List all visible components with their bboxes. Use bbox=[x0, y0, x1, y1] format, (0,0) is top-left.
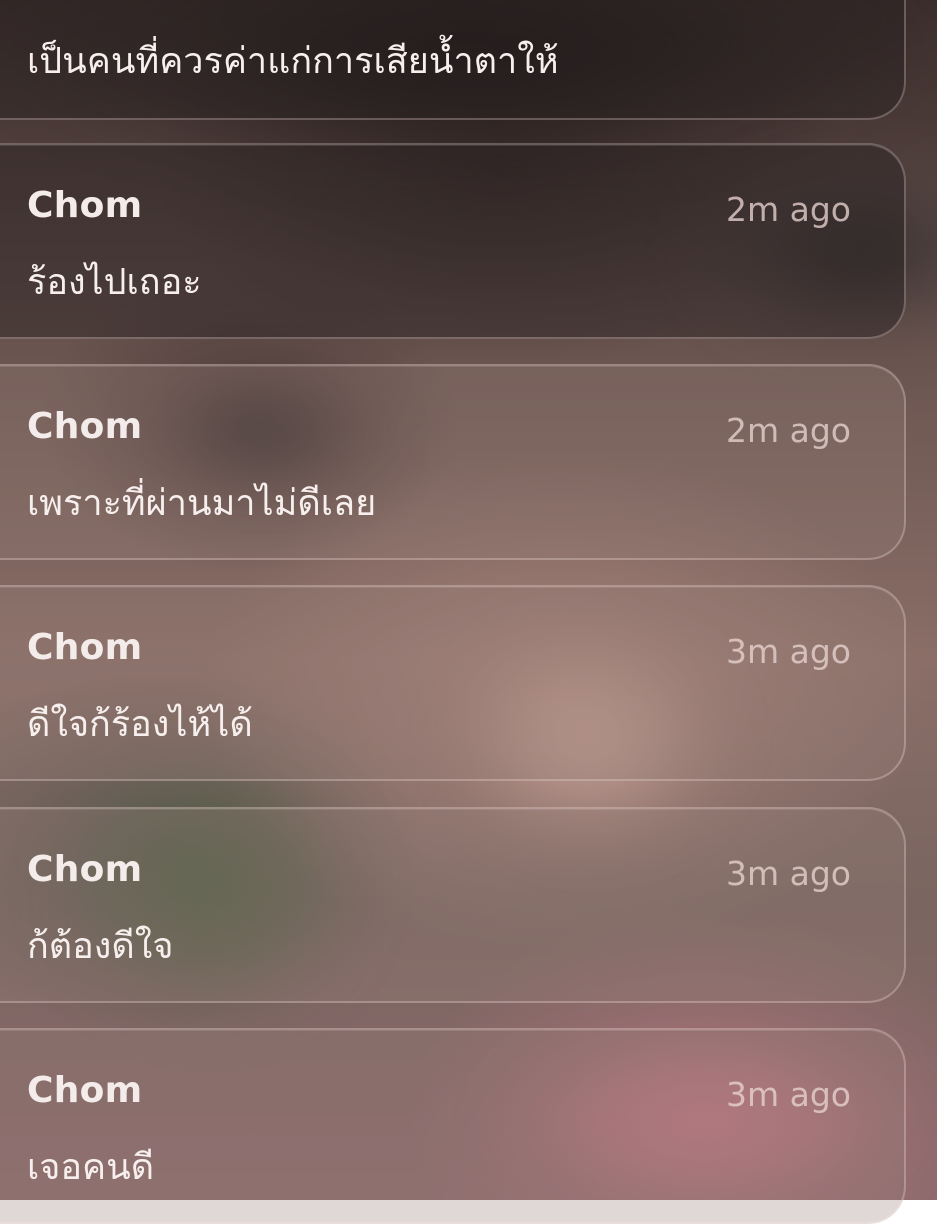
notification-message: ก้ต้องดีใจ bbox=[27, 926, 174, 967]
notification-sender: Chom bbox=[27, 406, 143, 447]
notification-time: 3m ago bbox=[726, 632, 851, 671]
notification-card[interactable]: Chom 3m ago ก้ต้องดีใจ bbox=[0, 807, 906, 1003]
notification-sender: Chom bbox=[27, 849, 143, 890]
notification-time: 2m ago bbox=[726, 411, 851, 450]
notification-card[interactable]: Chom 3m ago ดีใจก้ร้องไห้ได้ bbox=[0, 585, 906, 781]
notification-message: ดีใจก้ร้องไห้ได้ bbox=[27, 704, 253, 745]
notification-time: 3m ago bbox=[726, 854, 851, 893]
notification-time: 3m ago bbox=[726, 1075, 851, 1114]
notification-message: เป็นคนที่ควรค่าแก่การเสียน้ำตาให้ bbox=[27, 41, 559, 82]
notification-card[interactable]: Chom 2m ago เพราะที่ผ่านมาไม่ดีเลย bbox=[0, 364, 906, 560]
notification-message: เจอคนดี bbox=[27, 1147, 155, 1188]
notification-sender: Chom bbox=[27, 185, 143, 226]
notification-sender: Chom bbox=[27, 1070, 143, 1111]
notification-message: ร้องไปเถอะ bbox=[27, 262, 202, 303]
notification-sender: Chom bbox=[27, 627, 143, 668]
notification-message: เพราะที่ผ่านมาไม่ดีเลย bbox=[27, 483, 377, 524]
notification-card[interactable]: เป็นคนที่ควรค่าแก่การเสียน้ำตาให้ bbox=[0, 0, 906, 120]
notification-time: 2m ago bbox=[726, 190, 851, 229]
notification-card[interactable]: Chom 3m ago เจอคนดี bbox=[0, 1028, 906, 1224]
notification-card[interactable]: Chom 2m ago ร้องไปเถอะ bbox=[0, 143, 906, 339]
